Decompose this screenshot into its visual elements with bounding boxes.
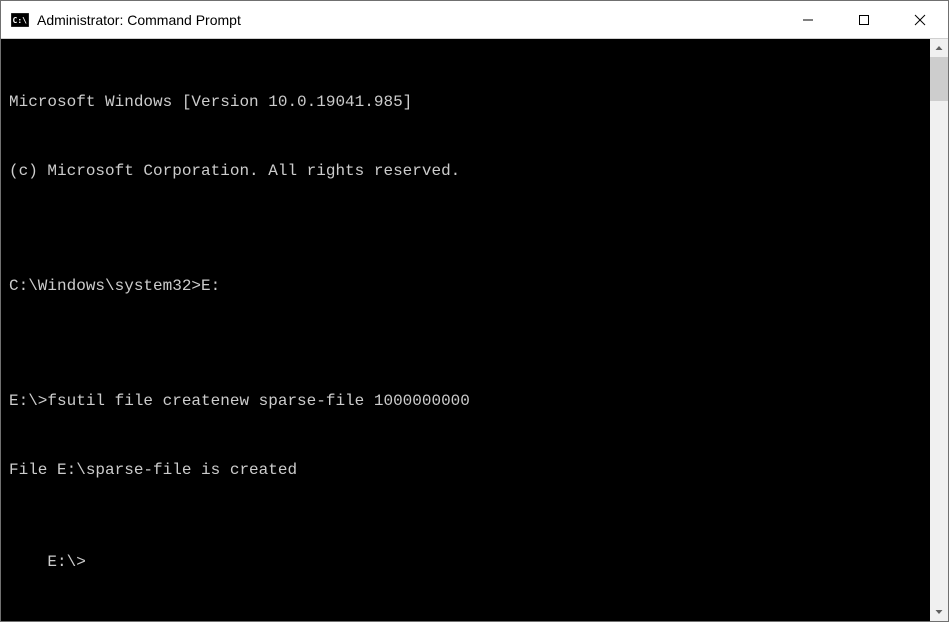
terminal-line: File E:\sparse-file is created — [9, 459, 922, 482]
terminal-container: Microsoft Windows [Version 10.0.19041.98… — [1, 39, 948, 621]
scroll-up-button[interactable] — [930, 39, 948, 57]
terminal-output[interactable]: Microsoft Windows [Version 10.0.19041.98… — [1, 39, 930, 621]
close-button[interactable] — [892, 1, 948, 38]
cmd-icon: C:\ — [11, 13, 29, 27]
terminal-line: E:\>fsutil file createnew sparse-file 10… — [9, 390, 922, 413]
scroll-down-button[interactable] — [930, 603, 948, 621]
svg-text:C:\: C:\ — [13, 16, 28, 25]
terminal-line: Microsoft Windows [Version 10.0.19041.98… — [9, 91, 922, 114]
scroll-thumb[interactable] — [930, 57, 948, 101]
terminal-prompt: E:\> — [47, 553, 85, 571]
titlebar: C:\ Administrator: Command Prompt — [1, 1, 948, 39]
scroll-track[interactable] — [930, 57, 948, 603]
minimize-button[interactable] — [780, 1, 836, 38]
terminal-line: (c) Microsoft Corporation. All rights re… — [9, 160, 922, 183]
maximize-button[interactable] — [836, 1, 892, 38]
scrollbar[interactable] — [930, 39, 948, 621]
window-title: Administrator: Command Prompt — [37, 12, 780, 28]
terminal-line: C:\Windows\system32>E: — [9, 275, 922, 298]
window-controls — [780, 1, 948, 38]
